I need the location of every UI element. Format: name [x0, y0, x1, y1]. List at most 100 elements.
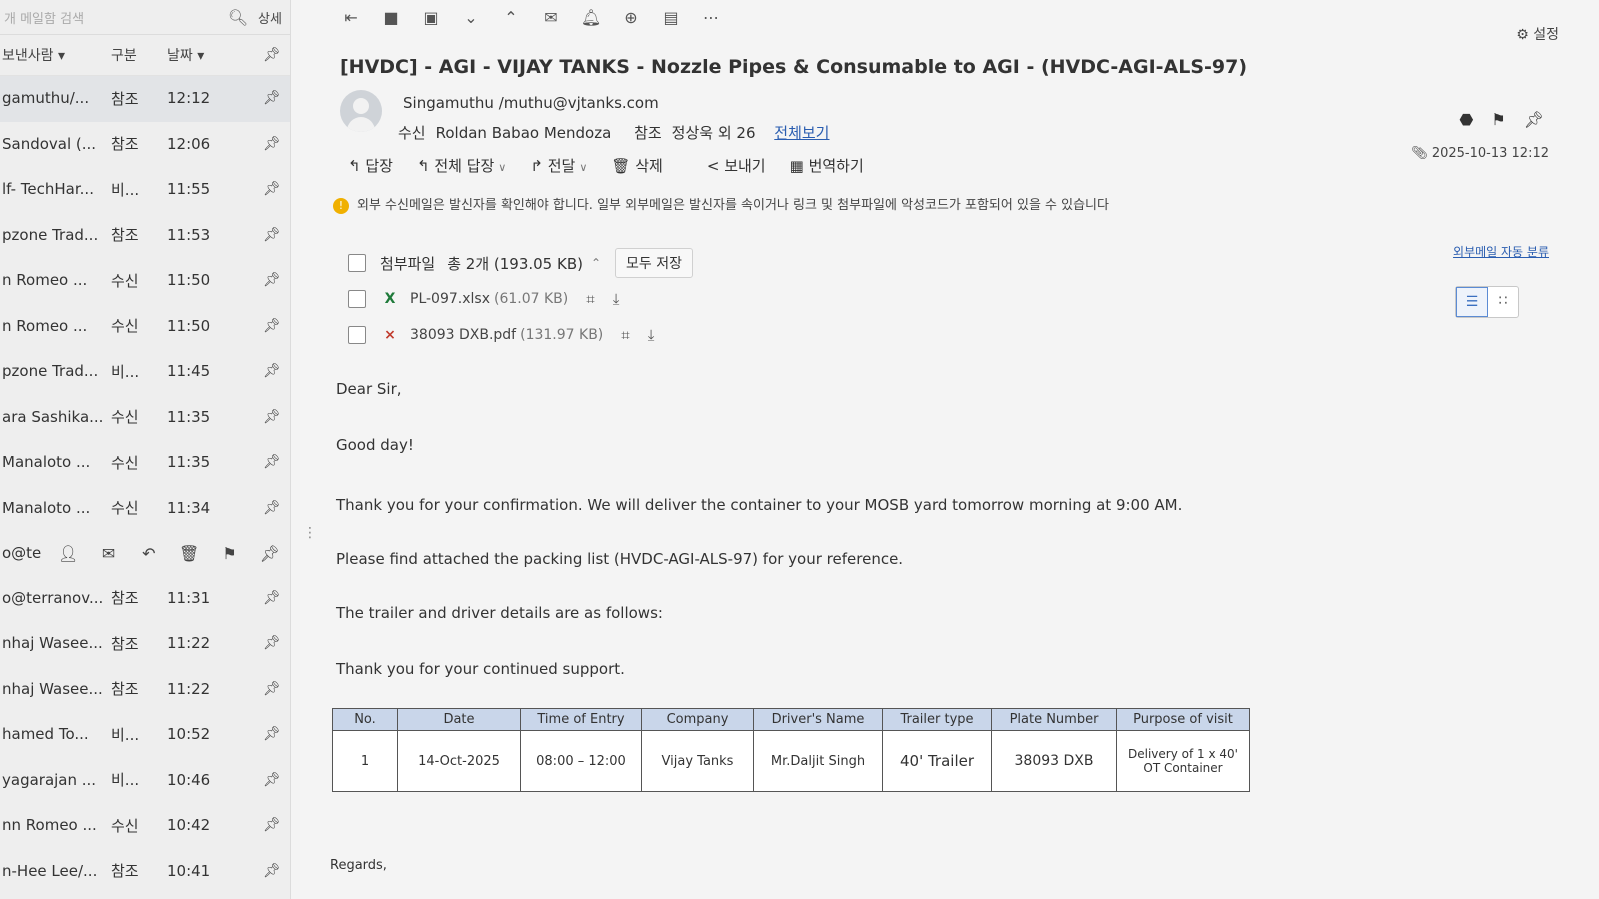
forward-button[interactable]: ↱ 전달 ∨ [530, 155, 587, 176]
auto-classify-link[interactable]: 외부메일 자동 분류 [1453, 243, 1549, 260]
save-all-button[interactable]: 모두 저장 [615, 248, 694, 278]
preview-icon[interactable]: ⌗ [586, 290, 594, 308]
mail-list-item[interactable]: nhaj Wasee... 참조 11:22 📌︎ [0, 667, 290, 713]
move-folder-icon[interactable]: ▣ [420, 8, 442, 27]
download-icon[interactable]: ⤓ [648, 326, 655, 344]
attachment-checkbox[interactable] [348, 290, 366, 308]
download-icon[interactable]: ⤓ [613, 290, 620, 308]
pin-icon[interactable]: 📌︎ [257, 363, 287, 379]
detail-search-button[interactable]: 상세 [250, 8, 290, 27]
mail-list-item[interactable]: lf- TechHar... 비... 11:55 📌︎ [0, 167, 290, 213]
person-icon[interactable]: 👤︎ [48, 544, 88, 563]
pin-icon[interactable]: 📌︎ [250, 544, 290, 563]
pin-icon[interactable]: 📌︎ [257, 47, 287, 63]
attachment-name[interactable]: PL-097.xlsx [410, 291, 490, 307]
chevron-down-icon[interactable]: ∨ [498, 161, 506, 174]
mail-list-item[interactable]: yagarajan ... 비... 10:46 📌︎ [0, 758, 290, 804]
pin-icon[interactable]: 📌︎ [257, 227, 287, 243]
sort-by-sender[interactable]: 보낸사람 ▾ [0, 45, 107, 65]
mail-list-item[interactable]: Manaloto ... 수신 11:34 📌︎ [0, 486, 290, 532]
action-row-sender[interactable]: o@te [0, 544, 48, 562]
archive-icon[interactable]: ■ [380, 8, 402, 27]
translate-button[interactable]: ▦ 번역하기 [790, 155, 864, 176]
search-icon[interactable]: 🔍︎ [226, 8, 250, 27]
attachment-checkbox[interactable] [348, 326, 366, 344]
table-cell: 40' Trailer [882, 730, 992, 792]
pin-icon[interactable]: 📌︎ [257, 726, 287, 742]
select-all-attachments-checkbox[interactable] [348, 254, 366, 272]
mail-list-item[interactable]: n-Hee Lee/... 참조 10:41 📌︎ [0, 849, 290, 895]
reply-icon[interactable]: ↶ [129, 544, 169, 563]
pin-icon[interactable]: 📌︎ [257, 454, 287, 470]
zoom-icon[interactable]: ⊕ [620, 8, 642, 27]
mail-list-item[interactable]: pzone Trad... 비... 11:45 📌︎ [0, 349, 290, 395]
trash-icon[interactable]: 🗑︎ [169, 544, 209, 563]
more-icon[interactable]: ⋯ [700, 8, 722, 27]
settings-button[interactable]: ⚙ 설정 [1516, 24, 1559, 44]
mail-actions: ↰ 답장 ↰ 전체 답장 ∨ ↱ 전달 ∨ 🗑︎ 삭제 < 보내기 ▦ 번역하기 [348, 155, 864, 176]
mail-time: 10:52 [167, 725, 211, 744]
tag-icon[interactable]: ⬣ [1459, 110, 1473, 129]
mail-list-item[interactable]: pzone Trad... 참조 11:53 📌︎ [0, 213, 290, 259]
pin-icon[interactable]: 📌︎ [257, 90, 287, 106]
attachment-name[interactable]: 38093 DXB.pdf [410, 327, 516, 343]
chevron-down-icon[interactable]: ∨ [579, 161, 587, 174]
pin-icon[interactable]: 📌︎ [257, 681, 287, 697]
chevron-up-icon[interactable]: ⌃ [500, 8, 522, 27]
mail-icon[interactable]: ✉ [88, 544, 128, 563]
grid-view-icon[interactable]: ∷ [1488, 287, 1518, 315]
mail-list-item[interactable]: Sandoval (... 참조 12:06 📌︎ [0, 122, 290, 168]
table-header-cell: Plate Number [991, 708, 1117, 731]
chevron-up-icon[interactable]: ⌃ [591, 256, 601, 270]
collapse-left-icon[interactable]: ⇤ [340, 8, 362, 27]
mail-list-item[interactable]: ara Sashika... 수신 11:35 📌︎ [0, 395, 290, 441]
body-line: Good day! [336, 436, 414, 454]
flag-icon[interactable]: ⚑ [1491, 110, 1505, 129]
mail-list-item[interactable]: n Romeo ... 수신 11:50 📌︎ [0, 258, 290, 304]
flag-icon[interactable]: ⚑ [209, 544, 249, 563]
table-cell: 38093 DXB [991, 730, 1117, 792]
view-all-recipients-link[interactable]: 전체보기 [774, 124, 829, 142]
mail-sender: pzone Trad... [2, 225, 99, 244]
mail-search-input[interactable]: 개 메일함 검색 [0, 8, 226, 27]
sender-address[interactable]: Singamuthu /muthu@vjtanks.com [403, 94, 659, 112]
pin-icon[interactable]: 📌︎ [257, 590, 287, 606]
pin-icon[interactable]: 📌︎ [257, 863, 287, 879]
delete-button[interactable]: 🗑︎ 삭제 [611, 155, 662, 176]
preview-icon[interactable]: ⌗ [621, 326, 629, 344]
cc-recipients[interactable]: 정상욱 외 26 [672, 124, 756, 142]
received-date-text: 2025-10-13 12:12 [1431, 146, 1549, 161]
panel-resize-handle[interactable]: ⋮ [303, 525, 317, 541]
print-icon[interactable]: ▤ [660, 8, 682, 27]
to-recipient[interactable]: Roldan Babao Mendoza [436, 124, 612, 142]
bell-icon[interactable]: 🔔︎ [580, 8, 602, 27]
mail-list-item[interactable]: gamuthu/... 참조 12:12 📌︎ [0, 76, 290, 122]
pin-icon[interactable]: 📌︎ [257, 409, 287, 425]
pin-icon[interactable]: 📌︎ [257, 318, 287, 334]
chevron-down-icon[interactable]: ⌄ [460, 8, 482, 27]
mail-list-item[interactable]: o@terranov... 참조 11:31 📌︎ [0, 576, 290, 622]
sort-by-date[interactable]: 날짜 ▾ [163, 45, 257, 65]
mail-time: 11:45 [167, 362, 211, 381]
mail-list-item[interactable]: n Romeo ... 수신 11:50 📌︎ [0, 304, 290, 350]
reply-button[interactable]: ↰ 답장 [348, 155, 393, 176]
mail-icon[interactable]: ✉ [540, 8, 562, 27]
list-view-icon[interactable]: ☰ [1456, 287, 1488, 317]
pin-icon[interactable]: 📌︎ [257, 817, 287, 833]
pin-icon[interactable]: 📌︎ [257, 772, 287, 788]
pin-icon[interactable]: 📌︎ [257, 181, 287, 197]
mail-time: 11:50 [167, 316, 211, 335]
mail-list-item[interactable]: Manaloto ... 수신 11:35 📌︎ [0, 440, 290, 486]
received-date: 📎︎ 2025-10-13 12:12 [1411, 146, 1549, 161]
pin-icon[interactable]: 📌︎ [257, 272, 287, 288]
sort-by-kind[interactable]: 구분 [107, 45, 163, 65]
mail-list-item[interactable]: nhaj Wasee... 참조 11:22 📌︎ [0, 621, 290, 667]
pin-icon[interactable]: 📌︎ [257, 635, 287, 651]
mail-list-item[interactable]: hamed To... 비... 10:52 📌︎ [0, 712, 290, 758]
pin-icon[interactable]: 📌︎ [1524, 110, 1544, 129]
reply-all-button[interactable]: ↰ 전체 답장 ∨ [417, 155, 506, 176]
mail-list-item[interactable]: nn Romeo ... 수신 10:42 📌︎ [0, 803, 290, 849]
pin-icon[interactable]: 📌︎ [257, 136, 287, 152]
send-button[interactable]: < 보내기 [707, 155, 766, 176]
pin-icon[interactable]: 📌︎ [257, 500, 287, 516]
